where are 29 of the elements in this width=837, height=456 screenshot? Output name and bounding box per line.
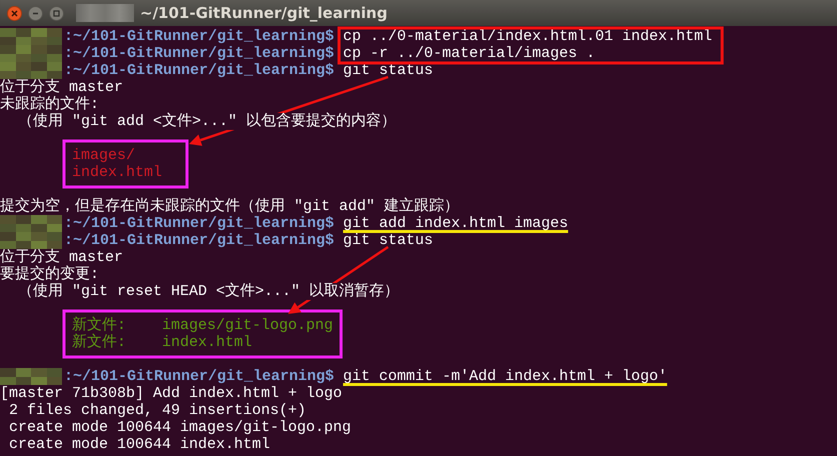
pixelated-username bbox=[0, 368, 62, 385]
pixelated-username bbox=[0, 215, 62, 232]
prompt-path: :~/101-GitRunner/git_learning$ bbox=[64, 28, 334, 45]
staged-file: 新文件: images/git-logo.png bbox=[72, 317, 334, 334]
pixelated-username bbox=[0, 28, 62, 45]
maximize-icon bbox=[53, 10, 60, 16]
prompt-path: :~/101-GitRunner/git_learning$ bbox=[64, 368, 334, 385]
untracked-file: images/ bbox=[72, 147, 136, 164]
untracked-file: index.html bbox=[72, 164, 162, 181]
close-button[interactable] bbox=[7, 6, 22, 20]
pixelated-username bbox=[76, 4, 134, 22]
close-icon bbox=[11, 10, 18, 16]
pixelated-username bbox=[0, 232, 62, 249]
command-text: git commit -m'Add index.html + logo' bbox=[343, 368, 668, 385]
pixelated-username bbox=[0, 45, 62, 62]
prompt-path: :~/101-GitRunner/git_learning$ bbox=[64, 45, 334, 62]
prompt-path: :~/101-GitRunner/git_learning$ bbox=[64, 232, 334, 249]
staged-file: 新文件: index.html bbox=[72, 334, 252, 351]
pixelated-username bbox=[0, 62, 62, 79]
command-text: cp -r ../0-material/images . bbox=[343, 45, 596, 62]
command-text: cp ../0-material/index.html.01 index.html bbox=[343, 28, 712, 45]
minimize-button[interactable] bbox=[28, 6, 43, 20]
command-text: git status bbox=[343, 232, 434, 249]
window-title: ~/101-GitRunner/git_learning bbox=[140, 4, 388, 22]
prompt-path: :~/101-GitRunner/git_learning$ bbox=[64, 62, 334, 79]
prompt-path: :~/101-GitRunner/git_learning$ bbox=[64, 215, 334, 232]
maximize-button[interactable] bbox=[49, 6, 64, 20]
command-text: git status bbox=[343, 62, 434, 79]
command-text: git add index.html images bbox=[343, 215, 570, 232]
